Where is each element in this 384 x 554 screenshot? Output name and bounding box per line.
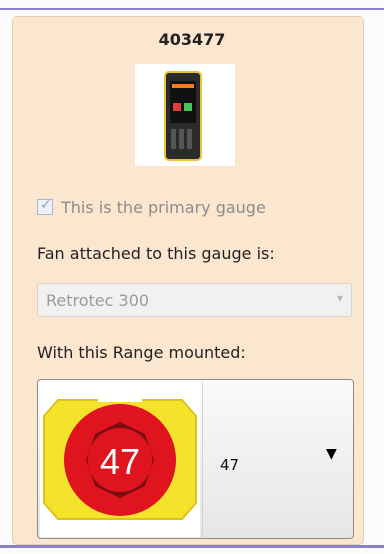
gauge-id: 403477	[158, 30, 226, 49]
primary-gauge-label: This is the primary gauge	[61, 197, 266, 217]
primary-gauge-row[interactable]: ✓ This is the primary gauge	[37, 196, 266, 218]
chevron-down-icon[interactable]: ▾	[337, 291, 343, 305]
fan-label: Fan attached to this gauge is:	[37, 244, 275, 263]
bottom-divider	[0, 545, 384, 548]
primary-gauge-checkbox[interactable]: ✓	[37, 197, 53, 215]
range-image: 47	[40, 382, 200, 537]
gauge-device-icon	[164, 71, 202, 161]
range-label: With this Range mounted:	[37, 343, 246, 362]
gauge-device-image	[135, 64, 235, 166]
checkmark-icon: ✓	[40, 197, 52, 213]
range-select[interactable]: 47 47 ▼	[37, 379, 354, 539]
fan-select[interactable]: Retrotec 300 ▾	[37, 283, 352, 317]
top-divider	[0, 8, 384, 10]
range-divider	[202, 382, 203, 537]
range-ring-icon: 47	[43, 392, 197, 520]
range-badge-text: 47	[100, 441, 140, 482]
caret-down-icon[interactable]: ▼	[326, 446, 337, 462]
fan-select-value: Retrotec 300	[46, 291, 150, 310]
window-frame: 403477 ✓ This is the primary gauge Fan a…	[0, 0, 384, 554]
range-select-value: 47	[220, 456, 240, 474]
